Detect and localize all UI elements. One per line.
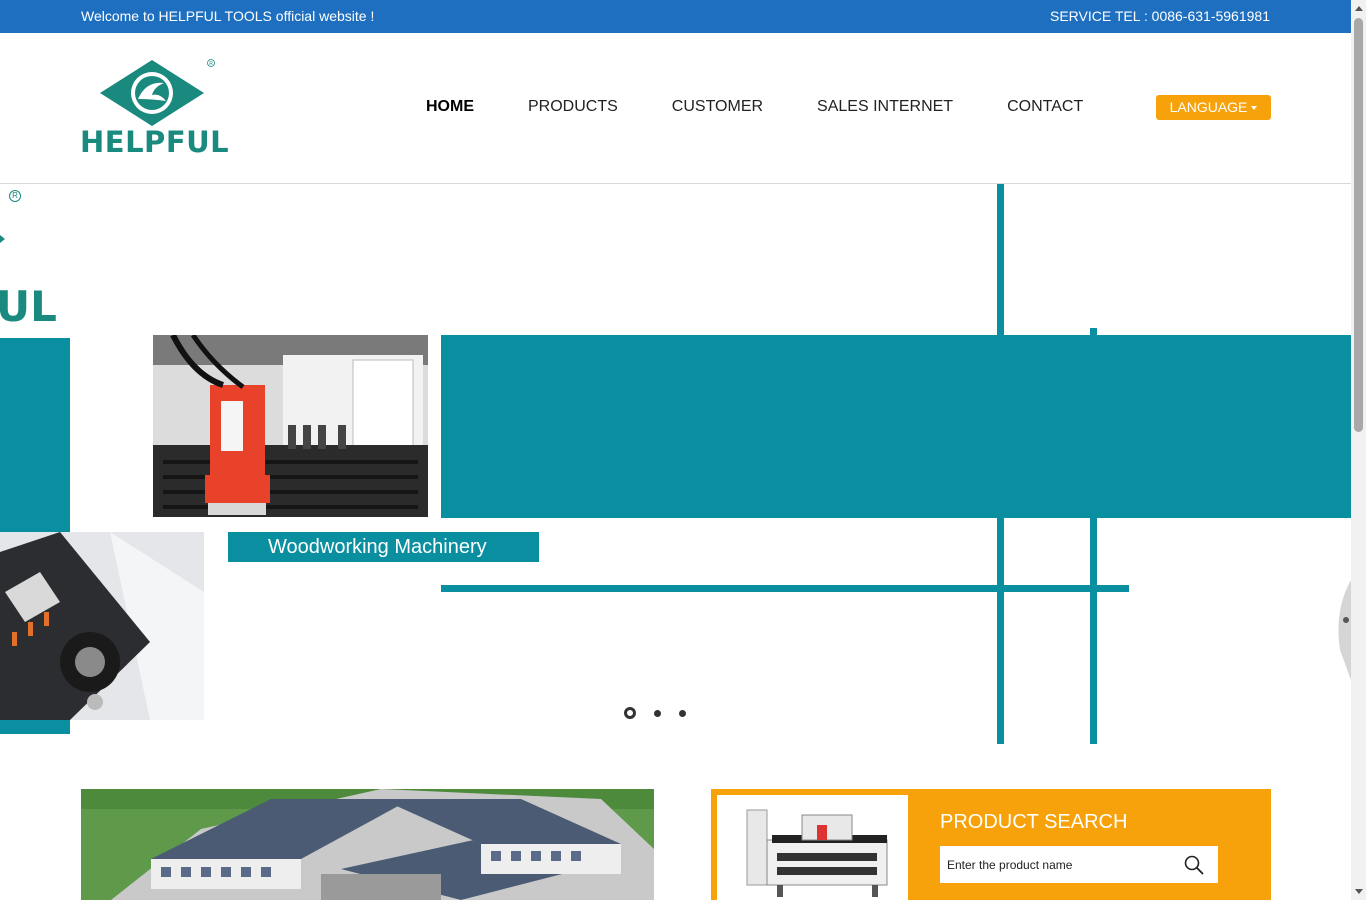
- slider-dot-2[interactable]: [654, 709, 661, 717]
- nav-customer[interactable]: CUSTOMER: [672, 98, 763, 116]
- nav-home[interactable]: HOME: [426, 98, 474, 116]
- nav-contact[interactable]: CONTACT: [1007, 98, 1083, 116]
- site-logo[interactable]: R HELPFUL: [80, 57, 230, 159]
- scroll-down-icon[interactable]: [1355, 889, 1363, 894]
- main-nav: HOME PRODUCTS CUSTOMER SALES INTERNET CO…: [426, 98, 1137, 116]
- svg-text:R: R: [209, 61, 213, 67]
- logo-brand-text: HELPFUL: [80, 125, 230, 159]
- teal-main-block: [441, 335, 1351, 518]
- next-slide-fragment: [1334, 570, 1351, 690]
- slider-dot-1[interactable]: [624, 707, 636, 719]
- product-search-title: PRODUCT SEARCH: [940, 811, 1128, 833]
- language-label: LANGUAGE: [1169, 99, 1248, 115]
- hero-banner[interactable]: R UL Woodworking Machinery: [0, 184, 1351, 744]
- language-button[interactable]: LANGUAGE: [1156, 95, 1271, 120]
- top-bar: Welcome to HELPFUL TOOLS official websit…: [0, 0, 1351, 33]
- page-scrollbar[interactable]: [1351, 0, 1366, 900]
- product-search-panel: PRODUCT SEARCH Enter the product name: [711, 789, 1271, 900]
- factory-photo: [81, 789, 654, 900]
- teal-left-block: [0, 338, 70, 534]
- nav-sales-internet[interactable]: SALES INTERNET: [817, 98, 953, 116]
- nav-products[interactable]: PRODUCTS: [528, 98, 618, 116]
- teal-vertical-line-2: [1090, 328, 1097, 744]
- product-search-input[interactable]: Enter the product name: [940, 846, 1218, 883]
- teal-horizontal-line: [441, 585, 1129, 592]
- slider-dots: [624, 707, 704, 719]
- logo-diamond-icon: R: [100, 59, 215, 126]
- ghost-logo-text: UL: [0, 282, 57, 331]
- teal-left-bottom-strip: [0, 719, 70, 734]
- search-icon[interactable]: [1184, 855, 1204, 875]
- scroll-up-icon[interactable]: [1355, 6, 1363, 11]
- site-header: R HELPFUL HOME PRODUCTS CUSTOMER SALES I…: [0, 33, 1351, 184]
- spindle-photo: [0, 532, 204, 720]
- cnc-router-product-image[interactable]: [717, 795, 908, 900]
- teal-vertical-line-1: [997, 184, 1004, 744]
- ghost-registered-mark: R: [9, 190, 21, 202]
- banner-caption[interactable]: Woodworking Machinery: [228, 532, 539, 562]
- search-placeholder: Enter the product name: [947, 858, 1073, 872]
- ghost-logo-fragment-icon: [0, 235, 5, 243]
- slider-dot-3[interactable]: [679, 709, 686, 717]
- chevron-down-icon: [1251, 106, 1258, 111]
- cnc-machine-photo: [153, 335, 428, 517]
- service-tel: SERVICE TEL : 0086-631-5961981: [1049, 8, 1270, 24]
- welcome-text: Welcome to HELPFUL TOOLS official websit…: [81, 8, 375, 24]
- scrollbar-thumb[interactable]: [1354, 18, 1363, 432]
